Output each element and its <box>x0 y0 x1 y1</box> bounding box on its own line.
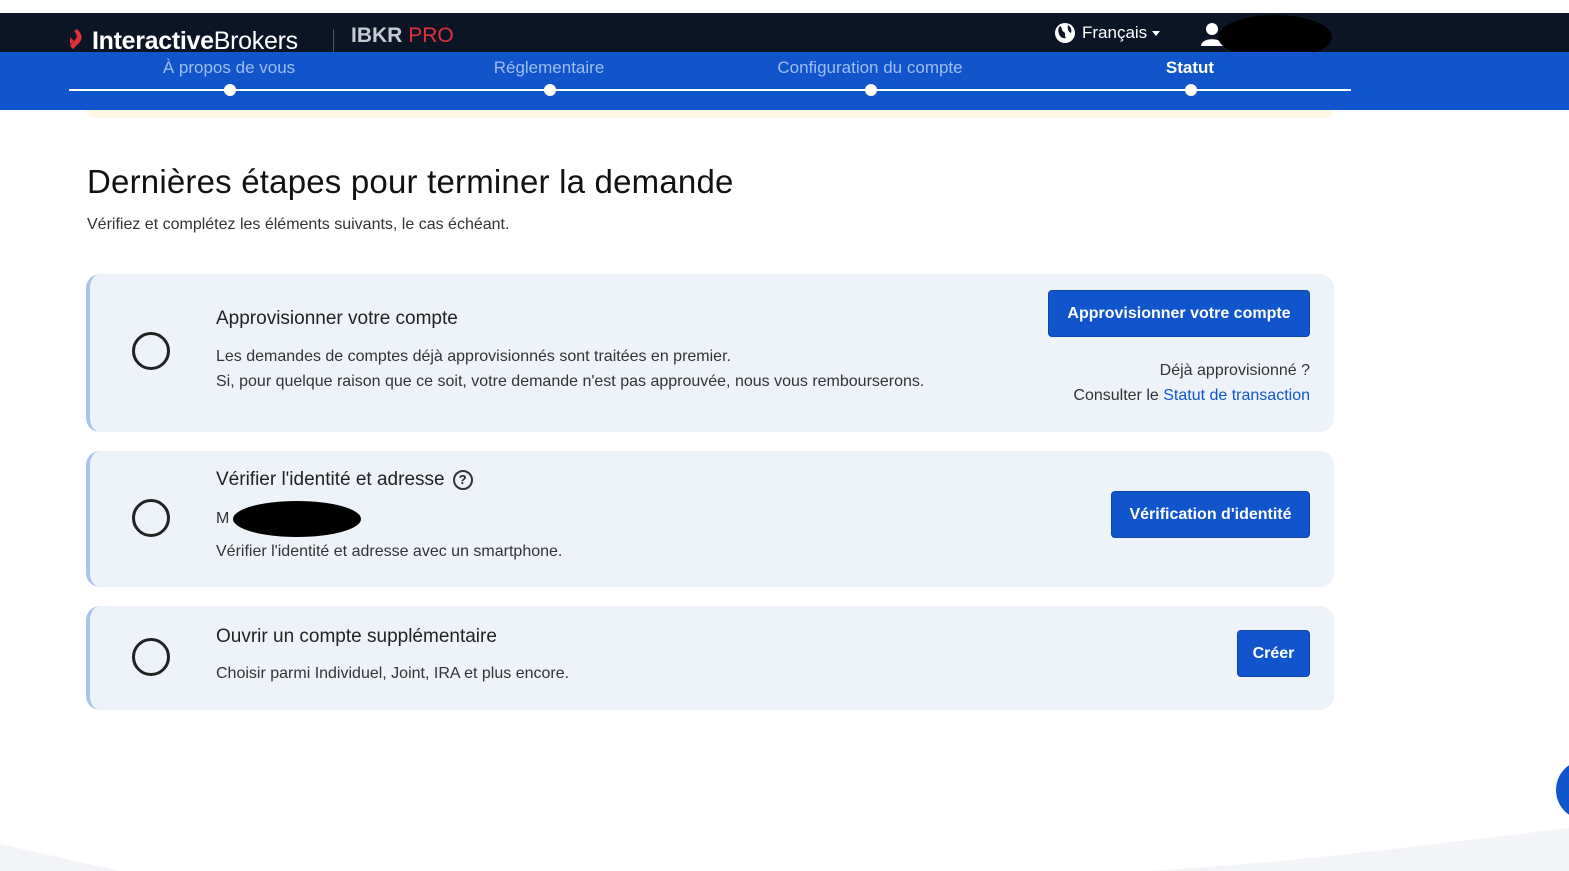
step-account-configuration[interactable]: Configuration du compte <box>777 58 962 78</box>
page-subtitle: Vérifiez et complétez les éléments suiva… <box>87 216 510 233</box>
task-title: Vérifier l'identité et adresse? <box>216 469 473 491</box>
product-name: IBKR PRO <box>351 24 454 47</box>
logo-mark-icon <box>68 29 86 53</box>
step-status[interactable]: Statut <box>1166 58 1214 78</box>
already-funded-label: Déjà approvisionné ? <box>1159 362 1310 379</box>
task-title: Ouvrir un compte supplémentaire <box>216 626 497 647</box>
step-dot-about-you <box>224 84 236 96</box>
progress-line <box>69 89 1351 91</box>
status-radio-verify-identity <box>132 499 170 537</box>
identity-verification-button[interactable]: Vérification d'identité <box>1111 491 1310 538</box>
step-regulatory[interactable]: Réglementaire <box>494 58 605 78</box>
step-dot-account-configuration <box>865 84 877 96</box>
create-button[interactable]: Créer <box>1237 630 1310 677</box>
help-icon[interactable]: ? <box>452 470 473 490</box>
task-card-fund-account: Approvisionner votre compte Les demandes… <box>86 274 1334 432</box>
consult-label: Consulter le <box>1073 387 1164 404</box>
task-description-line: Les demandes de comptes déjà approvision… <box>216 348 731 365</box>
account-holder-name: M <box>216 510 230 527</box>
task-card-verify-identity: Vérifier l'identité et adresse? M Vérifi… <box>86 451 1334 587</box>
status-radio-fund-account <box>132 332 170 370</box>
task-title-text: Vérifier l'identité et adresse <box>216 469 445 490</box>
logo-divider <box>333 29 334 53</box>
globe-icon <box>1054 22 1076 44</box>
task-title: Approvisionner votre compte <box>216 308 458 329</box>
task-card-additional-account: Ouvrir un compte supplémentaire Choisir … <box>86 606 1334 710</box>
step-dot-regulatory <box>544 84 556 96</box>
chat-button[interactable] <box>1556 760 1569 820</box>
task-description-line: Si, pour quelque raison que ce soit, vot… <box>216 373 925 390</box>
top-strip <box>0 0 1569 13</box>
task-description: Choisir parmi Individuel, Joint, IRA et … <box>216 665 570 682</box>
language-label: Français <box>1082 23 1148 42</box>
language-selector[interactable]: Français <box>1054 22 1161 44</box>
fund-account-button[interactable]: Approvisionner votre compte <box>1048 290 1310 337</box>
footer-background <box>0 828 1569 871</box>
site-header: InteractiveBrokers IBKR PRO Français <box>0 13 1569 59</box>
status-radio-additional-account <box>132 638 170 676</box>
caret-down-icon <box>1152 30 1161 36</box>
page-title: Dernières étapes pour terminer la demand… <box>87 163 734 200</box>
transaction-status-link[interactable]: Statut de transaction <box>1163 387 1310 404</box>
step-dot-status <box>1185 84 1197 96</box>
redacted-name <box>233 501 361 537</box>
task-description: Vérifier l'identité et adresse avec un s… <box>216 543 563 560</box>
already-funded-note: Déjà approvisionné ? Consulter le Statut… <box>1073 358 1310 408</box>
task-description: Les demandes de comptes déjà approvision… <box>216 344 924 394</box>
alert-banner <box>86 110 1334 118</box>
step-about-you[interactable]: À propos de vous <box>163 58 295 78</box>
